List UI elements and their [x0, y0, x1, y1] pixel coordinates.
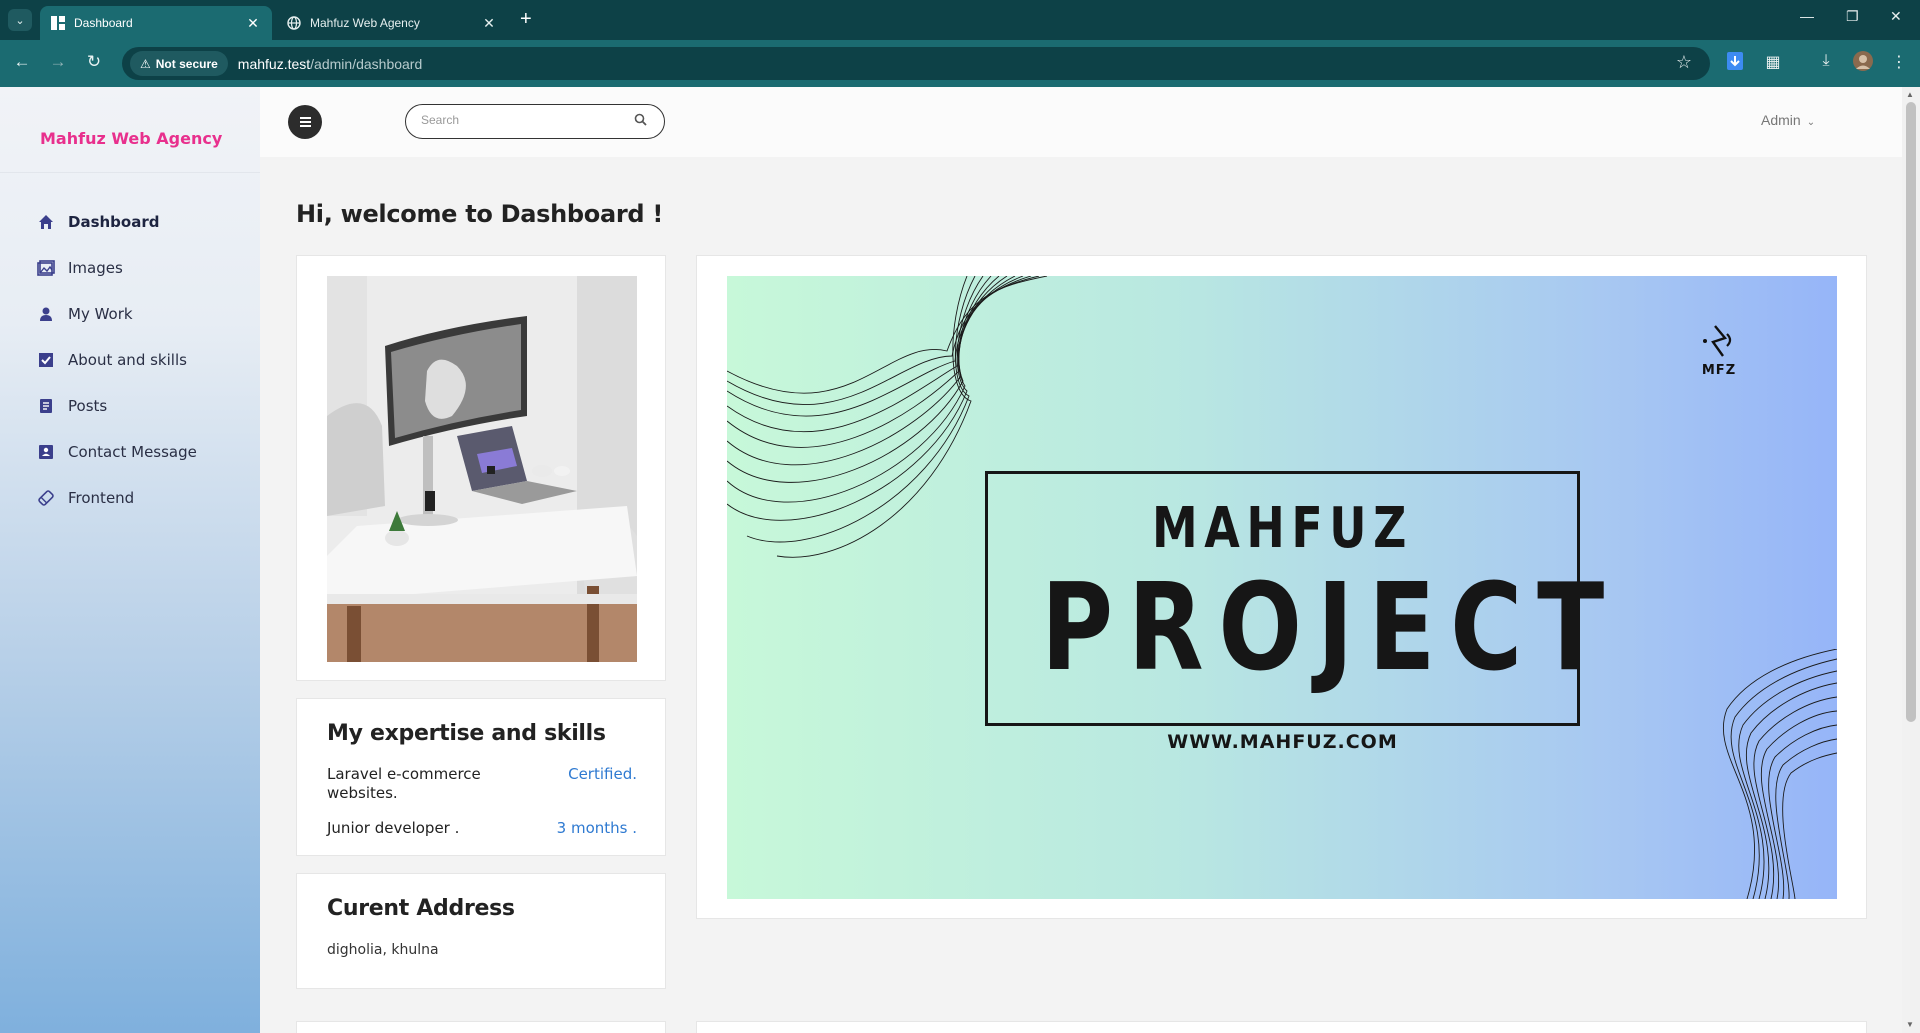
page-title: Hi, welcome to Dashboard ! — [296, 200, 664, 228]
sidebar-item-posts[interactable]: Posts — [36, 383, 197, 429]
address-text: digholia, khulna — [327, 942, 439, 958]
tab-mahfuz-web-agency[interactable]: Mahfuz Web Agency ✕ — [276, 6, 508, 40]
wave-lines-decoration — [1722, 649, 1837, 899]
top-header: Admin ⌄ — [260, 87, 1902, 157]
site-info-button[interactable]: ⚠ Not secure — [130, 51, 228, 76]
check-square-icon — [36, 350, 56, 370]
browser-tab-bar: ⌄ Dashboard ✕ Mahfuz Web Agency ✕ + — ❐ … — [0, 0, 1920, 40]
forward-icon[interactable]: → — [46, 52, 70, 72]
user-menu[interactable]: Admin ⌄ — [1761, 112, 1815, 128]
search-icon[interactable] — [634, 113, 648, 127]
url-host: mahfuz.test — [237, 55, 311, 72]
address-card: Curent Address digholia, khulna — [296, 873, 666, 989]
menu-toggle-button[interactable] — [288, 105, 322, 139]
profile-avatar[interactable] — [1852, 50, 1874, 72]
restore-icon[interactable]: ❐ — [1846, 8, 1859, 25]
banner-website: WWW.MAHFUZ.COM — [1167, 731, 1398, 753]
close-tab-icon[interactable]: ✕ — [480, 15, 498, 32]
frontend-icon — [36, 488, 56, 508]
skills-card: My expertise and skills Laravel e-commer… — [296, 698, 666, 856]
url-bar[interactable]: ⚠ Not secure mahfuz.test/admin/dashboard… — [122, 47, 1710, 80]
close-tab-icon[interactable]: ✕ — [244, 15, 262, 32]
brand-title[interactable]: Mahfuz Web Agency — [40, 129, 222, 148]
images-icon — [36, 258, 56, 278]
contact-card-icon — [36, 442, 56, 462]
browser-menu-icon[interactable]: ⋮ — [1888, 52, 1910, 74]
sidebar-item-label: My Work — [68, 305, 133, 323]
close-window-icon[interactable]: ✕ — [1890, 8, 1902, 25]
user-icon — [36, 304, 56, 324]
search-input[interactable] — [421, 113, 621, 127]
skill-row: Junior developer . 3 months . — [327, 819, 637, 838]
tab-title: Mahfuz Web Agency — [310, 16, 420, 30]
next-card — [696, 1021, 1867, 1033]
download-extension-icon[interactable] — [1724, 51, 1746, 73]
chevron-down-icon: ⌄ — [1806, 117, 1816, 128]
sidebar-item-about-and-skills[interactable]: About and skills — [36, 337, 197, 383]
sidebar-item-images[interactable]: Images — [36, 245, 197, 291]
url-text: mahfuz.test/admin/dashboard — [238, 56, 422, 72]
user-menu-label: Admin — [1761, 112, 1801, 128]
url-path: /admin/dashboard — [310, 55, 423, 72]
hamburger-line — [299, 121, 311, 123]
search-box — [405, 104, 665, 139]
scroll-up-icon[interactable]: ▲ — [1906, 90, 1914, 99]
document-icon — [36, 396, 56, 416]
reload-icon[interactable]: ↻ — [82, 52, 106, 72]
security-label: Not secure — [155, 56, 218, 71]
project-banner-card: MFZ MAHFUZ PROJECT WWW.MAHFUZ.COM — [696, 255, 1867, 919]
workspace-photo-card — [296, 255, 666, 681]
sidebar: Mahfuz Web Agency Dashboard Images My Wo… — [0, 87, 260, 1033]
downloads-icon[interactable]: ⤓ — [1815, 52, 1837, 74]
hamburger-line — [299, 117, 311, 119]
scrollbar-thumb[interactable] — [1906, 102, 1916, 722]
skill-row: Laravel e-commerce websites. Certified. — [327, 765, 637, 803]
mfz-logo-icon — [1703, 325, 1732, 357]
extensions-puzzle-icon[interactable]: ▦ — [1762, 52, 1784, 74]
sidebar-item-frontend[interactable]: Frontend — [36, 475, 197, 521]
dashboard-favicon-icon — [50, 15, 66, 31]
bookmark-star-icon[interactable]: ☆ — [1676, 52, 1692, 73]
scroll-down-icon[interactable]: ▼ — [1906, 1020, 1914, 1029]
banner-title-frame: MAHFUZ PROJECT — [985, 471, 1620, 726]
sidebar-item-label: Posts — [68, 397, 108, 415]
browser-address-bar: ← → ↻ ⚠ Not secure mahfuz.test/admin/das… — [0, 40, 1920, 87]
sidebar-item-label: Images — [68, 259, 123, 277]
skill-value[interactable]: 3 months . — [557, 819, 637, 838]
banner-title-main: PROJECT — [1041, 559, 1620, 698]
warning-icon: ⚠ — [140, 56, 151, 71]
workspace-photo — [327, 276, 637, 662]
address-title: Curent Address — [327, 896, 515, 921]
skill-name: Laravel e-commerce websites. — [327, 765, 481, 802]
sidebar-nav: Dashboard Images My Work About and skill… — [36, 199, 197, 521]
sidebar-item-label: Contact Message — [68, 443, 197, 461]
globe-icon — [286, 15, 302, 31]
back-icon[interactable]: ← — [10, 52, 34, 72]
skills-title: My expertise and skills — [327, 721, 606, 746]
sidebar-divider — [0, 172, 260, 173]
hamburger-line — [299, 125, 311, 127]
sidebar-item-label: Frontend — [68, 489, 135, 507]
home-icon — [36, 212, 56, 232]
banner-title-top: MAHFUZ — [1152, 496, 1413, 561]
next-card — [296, 1021, 666, 1033]
sidebar-item-label: Dashboard — [68, 213, 160, 231]
sidebar-item-my-work[interactable]: My Work — [36, 291, 197, 337]
minimize-icon[interactable]: — — [1800, 8, 1814, 24]
skill-name: Junior developer . — [327, 819, 460, 837]
tab-title: Dashboard — [74, 16, 133, 30]
tab-search-button[interactable]: ⌄ — [8, 9, 32, 31]
sidebar-item-dashboard[interactable]: Dashboard — [36, 199, 197, 245]
skill-value[interactable]: Certified. — [568, 765, 637, 803]
project-banner: MFZ MAHFUZ PROJECT WWW.MAHFUZ.COM — [727, 276, 1837, 899]
sidebar-item-label: About and skills — [68, 351, 187, 369]
tab-dashboard[interactable]: Dashboard ✕ — [40, 6, 272, 40]
new-tab-icon[interactable]: + — [520, 8, 532, 30]
mfz-logo: MFZ — [1699, 324, 1739, 378]
mfz-logo-text: MFZ — [1701, 363, 1737, 378]
sidebar-item-contact-message[interactable]: Contact Message — [36, 429, 197, 475]
